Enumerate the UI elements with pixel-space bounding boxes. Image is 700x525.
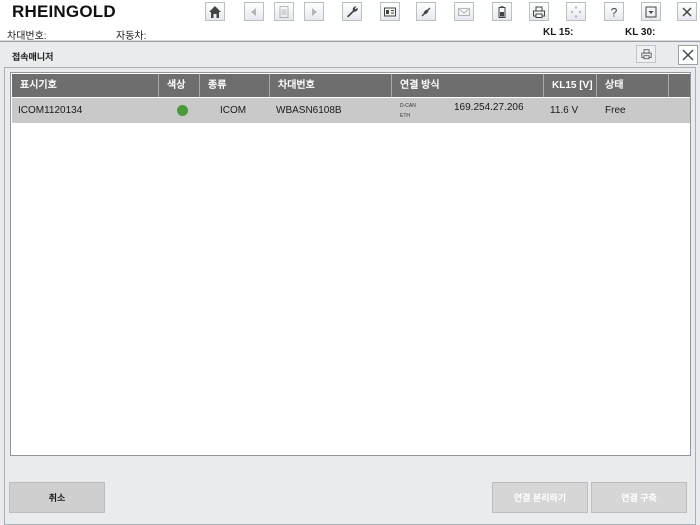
mail-button[interactable] bbox=[454, 2, 474, 21]
connect-button[interactable]: 연결 구축 bbox=[591, 482, 687, 513]
forward-icon bbox=[312, 7, 317, 16]
column-header-status[interactable]: 상태 bbox=[597, 74, 669, 97]
home-button[interactable] bbox=[205, 2, 225, 21]
cancel-button[interactable]: 취소 bbox=[9, 482, 105, 513]
data-button[interactable] bbox=[380, 2, 400, 21]
vehicle-info-bar: 차대번호: 자동차: KL 15: KL 30: bbox=[0, 24, 700, 42]
car-label: 자동차: bbox=[116, 31, 147, 42]
loading-icon bbox=[570, 5, 582, 18]
close-app-button[interactable] bbox=[677, 2, 697, 21]
help-icon: ? bbox=[611, 5, 618, 19]
column-header-kl15[interactable]: KL15 [V] bbox=[544, 74, 597, 97]
close-icon bbox=[682, 6, 692, 17]
connection-manager-dialog: 접속매니저 표시기호 색상 종류 차대번호 연결 방식 KL15 [V] 상태 … bbox=[0, 41, 700, 525]
data-icon bbox=[384, 7, 396, 16]
connection-icon bbox=[421, 7, 431, 16]
cell-status: Free bbox=[605, 105, 626, 116]
vin-label: 차대번호: bbox=[7, 31, 47, 42]
cell-type: ICOM bbox=[220, 105, 247, 116]
print-button[interactable] bbox=[529, 2, 549, 21]
cell-vin: WBASN6108B bbox=[276, 105, 342, 116]
interface-table: 표시기호 색상 종류 차대번호 연결 방식 KL15 [V] 상태 ICOM11… bbox=[10, 72, 691, 456]
back-button[interactable] bbox=[244, 2, 264, 21]
app-title: RHEINGOLD bbox=[12, 2, 116, 21]
minimize-button[interactable] bbox=[641, 2, 661, 21]
minimize-icon bbox=[645, 6, 657, 17]
column-header-type[interactable]: 종류 bbox=[200, 74, 270, 97]
column-header-vin[interactable]: 차대번호 bbox=[270, 74, 392, 97]
service-button[interactable] bbox=[342, 2, 362, 21]
back-icon bbox=[251, 7, 256, 16]
battery-icon bbox=[498, 5, 506, 18]
dialog-title: 접속매니저 bbox=[12, 52, 54, 62]
table-row[interactable]: ICOM1120134 ICOM WBASN6108B D-CAN ETH 16… bbox=[12, 98, 690, 123]
column-header-connection[interactable]: 연결 방식 bbox=[392, 74, 544, 97]
connection-manager-button[interactable] bbox=[416, 2, 436, 21]
home-icon bbox=[209, 5, 221, 18]
title-bar: RHEINGOLD ? bbox=[0, 0, 700, 24]
dialog-header: 접속매니저 bbox=[4, 42, 698, 68]
cell-connection-primary: D-CAN bbox=[400, 103, 416, 109]
close-icon bbox=[682, 49, 694, 61]
printer-icon bbox=[533, 6, 545, 18]
help-button[interactable]: ? bbox=[604, 2, 624, 21]
svg-text:?: ? bbox=[611, 5, 618, 19]
forward-button[interactable] bbox=[304, 2, 324, 21]
kl15-label: KL 15: bbox=[543, 27, 574, 38]
cell-ip-address: 169.254.27.206 bbox=[454, 102, 524, 113]
document-icon bbox=[279, 5, 289, 18]
cell-connection-secondary: ETH bbox=[400, 113, 410, 119]
wrench-icon bbox=[347, 5, 358, 17]
table-header: 표시기호 색상 종류 차대번호 연결 방식 KL15 [V] 상태 bbox=[12, 74, 690, 97]
document-button[interactable] bbox=[274, 2, 294, 21]
battery-button[interactable] bbox=[492, 2, 512, 21]
loading-button[interactable] bbox=[566, 2, 586, 21]
column-header-color[interactable]: 색상 bbox=[159, 74, 200, 97]
cell-designation: ICOM1120134 bbox=[18, 105, 83, 116]
dialog-print-button[interactable] bbox=[636, 45, 656, 63]
disconnect-button[interactable]: 연결 분리하기 bbox=[492, 482, 588, 513]
dialog-body: 표시기호 색상 종류 차대번호 연결 방식 KL15 [V] 상태 ICOM11… bbox=[4, 67, 696, 525]
dialog-close-button[interactable] bbox=[678, 45, 698, 65]
cell-kl15: 11.6 V bbox=[550, 105, 579, 116]
printer-icon bbox=[640, 49, 652, 60]
mail-icon bbox=[458, 7, 470, 16]
status-color-indicator bbox=[177, 105, 188, 116]
column-header-designation[interactable]: 표시기호 bbox=[12, 74, 159, 97]
kl30-label: KL 30: bbox=[625, 27, 656, 38]
